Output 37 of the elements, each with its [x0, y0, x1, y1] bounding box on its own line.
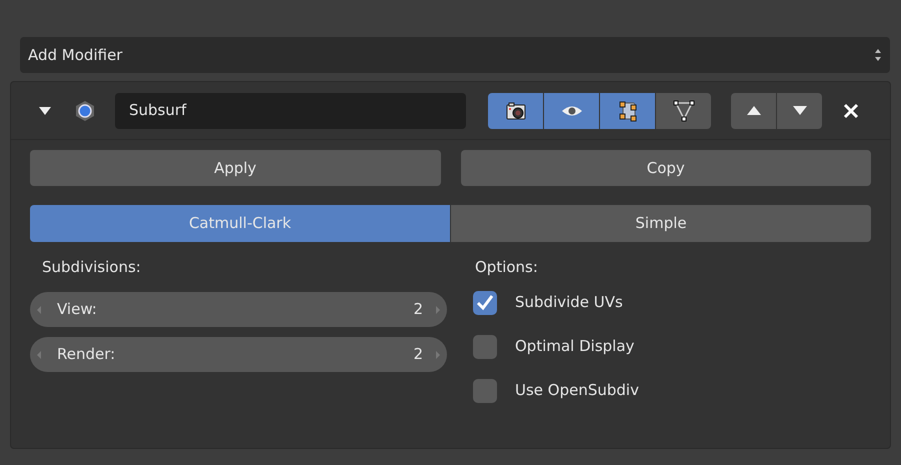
action-button[interactable]: Copy [460, 150, 871, 186]
disclosure-triangle-icon [38, 106, 52, 116]
options-label: Options: [475, 257, 539, 278]
camera-icon [504, 100, 526, 120]
left-arrow-icon [36, 350, 42, 360]
checkbox[interactable] [473, 334, 497, 358]
vertex-cube-icon [616, 100, 638, 122]
mode-tab[interactable]: Simple [450, 205, 871, 242]
move-up-button[interactable] [731, 92, 776, 128]
up-down-arrows-icon [874, 48, 882, 62]
close-icon [843, 102, 859, 118]
move-down-button[interactable] [777, 92, 822, 128]
option-label: Use OpenSubdiv [515, 380, 639, 402]
number-field[interactable]: Render: 2 [30, 337, 447, 372]
visibility-toggle[interactable] [488, 92, 543, 128]
checkbox[interactable] [473, 378, 497, 402]
visibility-toggle[interactable] [656, 92, 711, 128]
option-label: Subdivide UVs [515, 292, 623, 314]
right-arrow-icon [435, 304, 441, 314]
modifier-name-field[interactable]: Subsurf [115, 92, 466, 128]
visibility-toggle[interactable] [600, 92, 655, 128]
right-arrow-icon [435, 350, 441, 360]
option-label: Optimal Display [515, 336, 634, 358]
number-field[interactable]: View: 2 [30, 292, 447, 327]
checkmark-icon [476, 294, 494, 310]
left-arrow-icon [36, 304, 42, 314]
checkbox[interactable] [473, 290, 497, 314]
down-triangle-icon [792, 106, 806, 115]
action-button[interactable]: Apply [30, 150, 440, 186]
visibility-toggle[interactable] [544, 92, 599, 128]
up-triangle-icon [746, 106, 760, 115]
triangle-vertices-icon [672, 98, 696, 122]
close-button[interactable] [842, 102, 860, 120]
mode-tab[interactable]: Catmull-Clark [30, 205, 450, 242]
add-modifier-dropdown[interactable]: Add Modifier [20, 37, 890, 73]
eye-icon [560, 104, 582, 118]
subdivisions-label: Subdivisions: [42, 257, 142, 278]
